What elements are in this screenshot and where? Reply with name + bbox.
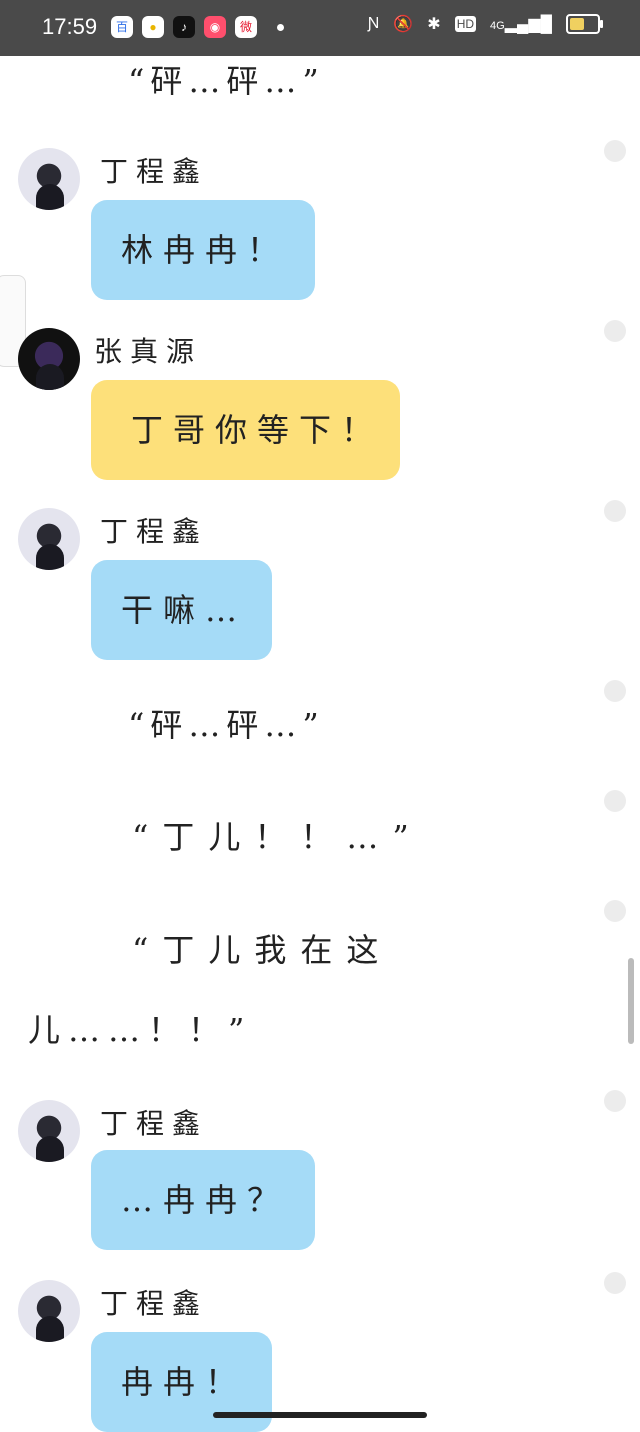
narration-line: “砰…砰…” <box>128 62 325 100</box>
status-time: 17:59 <box>42 14 98 39</box>
select-circle[interactable] <box>604 790 626 812</box>
avatar[interactable] <box>18 508 80 570</box>
more-notifications-dot-icon <box>277 24 284 31</box>
narration-line: “丁儿我在这 <box>132 931 393 969</box>
speaker-name: 丁程鑫 <box>100 1107 209 1140</box>
scrollbar[interactable] <box>628 958 634 1044</box>
tiktok-icon: ♪ <box>173 16 195 38</box>
select-circle[interactable] <box>604 680 626 702</box>
chat-bubble: 丁哥你等下！ <box>91 380 400 480</box>
baidu-app-icon: 百 <box>111 16 133 38</box>
system-status-icons: Ɲ 🔕 ✱ HD 4G▂▄▆█ <box>367 14 603 34</box>
speaker-name: 丁程鑫 <box>100 155 209 188</box>
bluetooth-icon: ✱ <box>427 16 441 33</box>
speaker-name: 张真源 <box>94 335 203 368</box>
chat-bubble: …冉冉？ <box>91 1150 315 1250</box>
narration-line: 儿……！！” <box>28 1011 253 1049</box>
narration-line: “丁儿！！…” <box>132 818 423 856</box>
narration-line: “砰…砰…” <box>128 706 325 744</box>
chat-bubble: 林冉冉！ <box>91 200 315 300</box>
qq-browser-icon: ● <box>142 16 164 38</box>
avatar[interactable] <box>18 1280 80 1342</box>
avatar[interactable] <box>18 328 80 390</box>
speaker-name: 丁程鑫 <box>100 1287 209 1320</box>
select-circle[interactable] <box>604 900 626 922</box>
select-circle[interactable] <box>604 1272 626 1294</box>
avatar[interactable] <box>18 148 80 210</box>
notification-app-icons: 百 ● ♪ ◉ 微 <box>111 16 257 38</box>
speaker-name: 丁程鑫 <box>100 515 209 548</box>
hd-icon: HD <box>454 16 477 32</box>
network-label: 4G <box>490 20 505 32</box>
kuaishou-icon: ◉ <box>204 16 226 38</box>
select-circle[interactable] <box>604 320 626 342</box>
select-circle[interactable] <box>604 500 626 522</box>
select-circle[interactable] <box>604 140 626 162</box>
battery-icon <box>566 14 603 34</box>
home-indicator[interactable] <box>213 1412 427 1418</box>
select-circle[interactable] <box>604 1090 626 1112</box>
nfc-icon: Ɲ <box>367 15 380 32</box>
status-bar: 17:59 百 ● ♪ ◉ 微 Ɲ 🔕 ✱ HD 4G▂▄▆█ <box>0 0 640 56</box>
signal-icon: 4G▂▄▆█ <box>490 16 552 33</box>
weibo-icon: 微 <box>235 16 257 38</box>
chat-bubble: 干嘛… <box>91 560 272 660</box>
mute-bell-icon: 🔕 <box>393 16 414 33</box>
avatar[interactable] <box>18 1100 80 1162</box>
